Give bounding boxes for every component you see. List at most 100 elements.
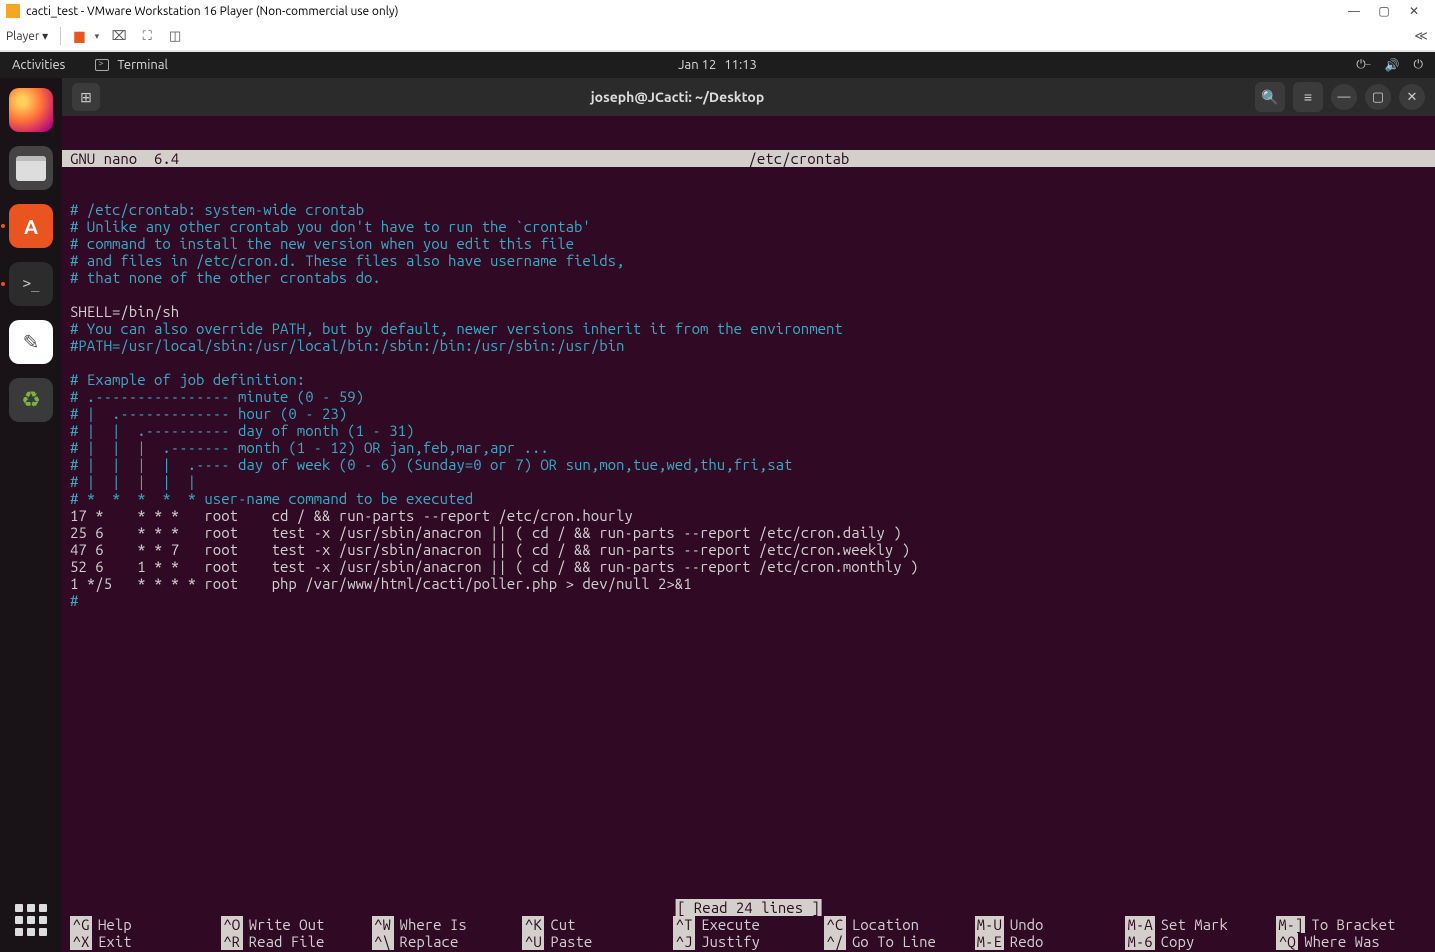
shortcut-label: Cut — [550, 916, 575, 933]
nano-line[interactable]: # * * * * * user-name command to be exec… — [70, 490, 1427, 507]
window-close-button[interactable]: ✕ — [1399, 84, 1425, 110]
shortcut-key: ^J — [673, 933, 695, 950]
terminal-title: joseph@JCacti: ~/Desktop — [108, 89, 1247, 105]
shortcut-key: M-A — [1125, 916, 1154, 933]
nano-statusbar: [ Read 24 lines ] — [675, 899, 822, 916]
volume-icon[interactable]: 🔊 — [1385, 58, 1400, 72]
shortcut-label: To Bracket — [1311, 916, 1395, 933]
unity-icon[interactable]: ◫ — [167, 28, 183, 44]
shortcut-key: ^C — [824, 916, 846, 933]
nano-shortcut: ^/Go To Line — [824, 933, 975, 950]
nano-line[interactable]: # | | | | .---- day of week (0 - 6) (Sun… — [70, 456, 1427, 473]
nano-line[interactable]: SHELL=/bin/sh — [70, 303, 1427, 320]
search-icon: 🔍 — [1261, 89, 1278, 106]
clock[interactable]: Jan 12 11:13 — [678, 58, 757, 72]
shortcut-label: Read File — [249, 933, 325, 950]
nano-line[interactable] — [70, 354, 1427, 371]
nano-line[interactable] — [70, 286, 1427, 303]
search-button[interactable]: 🔍 — [1255, 82, 1285, 112]
nano-content[interactable]: # /etc/crontab: system-wide crontab# Unl… — [70, 201, 1427, 609]
nano-line[interactable]: # You can also override PATH, but by def… — [70, 320, 1427, 337]
nano-editor[interactable]: GNU nano 6.4 /etc/crontab # /etc/crontab… — [62, 116, 1435, 952]
nano-line[interactable]: # and files in /etc/cron.d. These files … — [70, 252, 1427, 269]
terminal-headerbar: ⊞ joseph@JCacti: ~/Desktop 🔍 ≡ — ▢ ✕ — [62, 78, 1435, 116]
nano-version: GNU nano 6.4 — [70, 150, 749, 167]
terminal-icon — [95, 59, 109, 71]
nano-line[interactable]: # Example of job definition: — [70, 371, 1427, 388]
shortcut-label: Justify — [701, 933, 760, 950]
player-menu[interactable]: Player ▾ — [6, 29, 48, 43]
dock-apps-grid[interactable] — [13, 902, 49, 938]
nano-line[interactable]: # | | .---------- day of month (1 - 31) — [70, 422, 1427, 439]
gnome-topbar: Activities Terminal Jan 12 11:13 ⏻⎯ 🔊 ⏻ — [0, 52, 1435, 78]
app-menu-terminal[interactable]: Terminal — [95, 58, 168, 72]
power-dropdown-icon[interactable]: ▾ — [95, 31, 100, 42]
shortcut-label: Paste — [550, 933, 592, 950]
power-icon[interactable]: ⏻ — [1414, 58, 1424, 72]
nano-shortcut: ^CLocation — [824, 916, 975, 933]
fullscreen-icon[interactable]: ⛶ — [139, 28, 155, 44]
nano-line[interactable]: # Unlike any other crontab you don't hav… — [70, 218, 1427, 235]
nano-line[interactable]: #PATH=/usr/local/sbin:/usr/local/bin:/sb… — [70, 337, 1427, 354]
window-minimize-button[interactable]: — — [1331, 84, 1357, 110]
shortcut-key: ^Q — [1276, 933, 1298, 950]
nano-shortcut: ^QWhere Was — [1276, 933, 1427, 950]
nano-shortcut: M-6Copy — [1125, 933, 1276, 950]
nano-line[interactable]: 47 6 * * 7 root test -x /usr/sbin/anacro… — [70, 541, 1427, 558]
vmware-icon — [6, 4, 20, 18]
nano-line[interactable]: 1 */5 * * * * root php /var/www/html/cac… — [70, 575, 1427, 592]
dock-terminal[interactable] — [9, 262, 53, 306]
nano-line[interactable]: # /etc/crontab: system-wide crontab — [70, 201, 1427, 218]
nano-shortcut: ^XExit — [70, 933, 221, 950]
host-close-button[interactable]: ✕ — [1399, 4, 1429, 18]
activities-button[interactable]: Activities — [12, 58, 65, 72]
nano-line[interactable]: # that none of the other crontabs do. — [70, 269, 1427, 286]
shortcut-key: ^U — [522, 933, 544, 950]
shortcut-key: ^\ — [372, 933, 394, 950]
window-maximize-button[interactable]: ▢ — [1365, 84, 1391, 110]
nano-shortcut: M-] To Bracket — [1276, 916, 1427, 933]
clock-date: Jan 12 — [678, 58, 716, 72]
dock-software[interactable] — [9, 204, 53, 248]
pause-icon[interactable]: ▮▮ — [73, 28, 82, 45]
host-minimize-button[interactable]: — — [1339, 5, 1369, 18]
shortcut-key: ^G — [70, 916, 92, 933]
shortcut-label: Copy — [1161, 933, 1195, 950]
nano-shortcut: ^U Paste — [522, 933, 673, 950]
ubuntu-dock — [0, 78, 62, 952]
nano-line[interactable]: # | .------------- hour (0 - 23) — [70, 405, 1427, 422]
shortcut-label: Undo — [1010, 916, 1044, 933]
vmware-titlebar: cacti_test - VMware Workstation 16 Playe… — [0, 0, 1435, 22]
nano-line[interactable]: 52 6 1 * * root test -x /usr/sbin/anacro… — [70, 558, 1427, 575]
clock-time: 11:13 — [724, 58, 757, 72]
vmware-title: cacti_test - VMware Workstation 16 Playe… — [26, 5, 398, 18]
host-maximize-button[interactable]: ▢ — [1369, 4, 1399, 18]
dock-firefox[interactable] — [9, 88, 53, 132]
shortcut-label: Help — [98, 916, 132, 933]
nano-shortcut: ^R Read File — [221, 933, 372, 950]
shortcut-key: M-] — [1276, 916, 1305, 933]
shortcut-key: ^T — [673, 916, 695, 933]
nano-shortcut: ^WWhere Is — [372, 916, 523, 933]
shortcut-key: ^R — [221, 933, 243, 950]
app-menu-label: Terminal — [117, 58, 168, 72]
nano-line[interactable]: # .---------------- minute (0 - 59) — [70, 388, 1427, 405]
nano-line[interactable]: 17 * * * * root cd / && run-parts --repo… — [70, 507, 1427, 524]
shortcut-label: Where Is — [400, 916, 467, 933]
new-tab-button[interactable]: ⊞ — [72, 83, 100, 111]
nano-line[interactable]: # — [70, 592, 1427, 609]
nano-line[interactable]: # | | | .------- month (1 - 12) OR jan,f… — [70, 439, 1427, 456]
hamburger-menu-button[interactable]: ≡ — [1293, 82, 1323, 112]
send-ctrl-alt-del-icon[interactable]: ⌧ — [111, 28, 127, 44]
nano-shortcuts: ^GHelp^XExit^OWrite Out^RRead File^WWher… — [62, 916, 1435, 952]
dock-trash[interactable] — [9, 378, 53, 422]
nano-shortcut: ^KCut — [522, 916, 673, 933]
nano-line[interactable]: # | | | | | — [70, 473, 1427, 490]
nano-line[interactable]: 25 6 * * * root test -x /usr/sbin/anacro… — [70, 524, 1427, 541]
vmware-right-chevrons[interactable]: ≪ — [1413, 28, 1429, 44]
dock-text-editor[interactable] — [9, 320, 53, 364]
network-icon[interactable]: ⏻⎯ — [1356, 58, 1370, 72]
shortcut-label: Write Out — [249, 916, 325, 933]
nano-line[interactable]: # command to install the new version whe… — [70, 235, 1427, 252]
dock-files[interactable] — [9, 146, 53, 190]
